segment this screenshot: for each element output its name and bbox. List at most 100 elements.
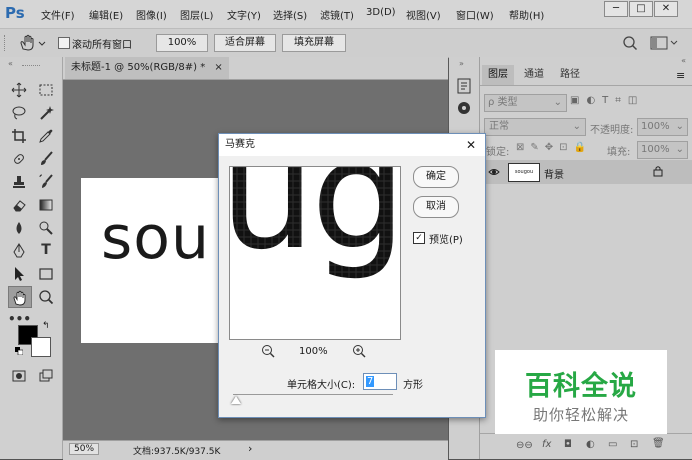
- clone-stamp-tool-icon[interactable]: [8, 171, 30, 191]
- layer-name[interactable]: 背景: [544, 166, 564, 181]
- cell-size-input[interactable]: 7: [363, 373, 397, 390]
- canvas-text: sou: [101, 203, 210, 273]
- fill-field[interactable]: 100% ⌄: [637, 141, 688, 159]
- document-canvas[interactable]: sou: [81, 178, 231, 343]
- minimize-button[interactable]: ─: [604, 1, 628, 17]
- blend-mode-select[interactable]: 正常 ⌄: [484, 118, 586, 136]
- history-brush-tool-icon[interactable]: [35, 171, 57, 191]
- move-tool-icon[interactable]: [8, 79, 30, 99]
- panel-menu-icon[interactable]: ≡: [676, 69, 685, 82]
- blend-mode-value: 正常: [489, 121, 509, 132]
- type-tool-icon[interactable]: T: [35, 240, 57, 260]
- crop-tool-icon[interactable]: [8, 125, 30, 145]
- menu-filter[interactable]: 滤镜(T): [320, 7, 354, 22]
- options-grip: [4, 35, 9, 51]
- hand-tool-icon[interactable]: [8, 286, 32, 308]
- blur-tool-icon[interactable]: [8, 217, 30, 237]
- zoom-in-icon[interactable]: [352, 344, 366, 358]
- fill-label: 填充:: [607, 147, 631, 158]
- ok-button[interactable]: 确定: [413, 166, 459, 188]
- scroll-all-label: 滚动所有窗口: [72, 40, 132, 51]
- menu-view[interactable]: 视图(V): [406, 7, 441, 22]
- menu-3d[interactable]: 3D(D): [366, 7, 396, 18]
- menu-type[interactable]: 文字(Y): [227, 7, 261, 22]
- adjustment-layer-icon[interactable]: ◐: [586, 439, 595, 450]
- fit-screen-button[interactable]: 适合屏幕: [214, 34, 276, 52]
- marquee-tool-icon[interactable]: [35, 79, 57, 99]
- eye-icon[interactable]: [488, 166, 500, 178]
- zoom-tool-icon[interactable]: [35, 286, 57, 306]
- rectangle-tool-icon[interactable]: [35, 263, 57, 283]
- panel-strip-collapse-icon[interactable]: »: [459, 59, 464, 68]
- menu-image[interactable]: 图像(I): [136, 7, 167, 22]
- zoom-level-field[interactable]: 50%: [69, 443, 100, 455]
- quick-mask-icon[interactable]: [8, 365, 30, 385]
- layer-lock-icon: [652, 165, 664, 177]
- opacity-value: 100%: [641, 121, 670, 132]
- quick-select-tool-icon[interactable]: [35, 102, 57, 122]
- layer-filter-icons[interactable]: ▣◐T⌗◫: [570, 95, 686, 109]
- gradient-tool-icon[interactable]: [35, 194, 57, 214]
- dialog-close-button[interactable]: ✕: [466, 134, 476, 156]
- fx-icon[interactable]: fx: [542, 439, 551, 450]
- preview-checkbox[interactable]: ✓: [413, 232, 425, 244]
- cell-size-value: 7: [366, 376, 375, 387]
- brush-tool-icon[interactable]: [35, 148, 57, 168]
- document-tab-title: 未标题-1 @ 50%(RGB/8#) *: [71, 62, 206, 73]
- close-window-button[interactable]: ✕: [654, 1, 678, 17]
- filter-preview[interactable]: ug: [229, 166, 401, 340]
- maximize-button[interactable]: □: [629, 1, 653, 17]
- menu-layer[interactable]: 图层(L): [180, 7, 213, 22]
- path-select-tool-icon[interactable]: [8, 263, 30, 283]
- menu-window[interactable]: 窗口(W): [456, 7, 494, 22]
- dodge-tool-icon[interactable]: [35, 217, 57, 237]
- layers-panel-collapse-icon[interactable]: «: [480, 56, 692, 65]
- lock-icons[interactable]: ⊠✎✥⊡🔒: [516, 142, 592, 153]
- cancel-button[interactable]: 取消: [413, 196, 459, 218]
- cell-size-slider-thumb[interactable]: [231, 396, 241, 404]
- healing-brush-tool-icon[interactable]: [8, 148, 30, 168]
- eraser-tool-icon[interactable]: [8, 194, 30, 214]
- zoom-out-icon[interactable]: [261, 344, 275, 358]
- toolbar-collapse-icon[interactable]: «: [8, 59, 13, 68]
- lasso-tool-icon[interactable]: [8, 102, 30, 122]
- new-group-icon[interactable]: ▭: [608, 439, 617, 450]
- default-colors-icon[interactable]: [15, 347, 24, 356]
- opacity-label: 不透明度:: [590, 125, 634, 136]
- swap-colors-icon[interactable]: ↰: [42, 321, 50, 331]
- cell-size-slider-track[interactable]: [233, 394, 393, 395]
- screen-mode-icon[interactable]: [35, 365, 57, 385]
- search-icon[interactable]: [622, 35, 638, 51]
- history-panel-icon[interactable]: [455, 77, 473, 95]
- link-layers-icon[interactable]: ⊖⊖: [516, 440, 533, 451]
- tab-paths[interactable]: 路径: [554, 65, 586, 85]
- watermark-title: 百科全说: [525, 371, 637, 402]
- zoom-100-button[interactable]: 100%: [156, 34, 208, 52]
- menu-help[interactable]: 帮助(H): [509, 7, 544, 22]
- close-document-icon[interactable]: ×: [214, 62, 222, 73]
- layer-row[interactable]: sougou 背景: [480, 160, 692, 184]
- menu-file[interactable]: 文件(F): [41, 7, 75, 22]
- layer-filter-select[interactable]: ρ 类型 ⌄: [484, 94, 567, 112]
- scroll-all-checkbox[interactable]: [58, 37, 70, 49]
- delete-layer-icon[interactable]: 🗑: [652, 438, 665, 449]
- new-layer-icon[interactable]: ⊡: [630, 439, 638, 450]
- properties-panel-icon[interactable]: [455, 99, 473, 117]
- eyedropper-tool-icon[interactable]: [35, 125, 57, 145]
- lock-label: 锁定:: [486, 147, 510, 158]
- opacity-field[interactable]: 100% ⌄: [637, 118, 688, 136]
- menu-select[interactable]: 选择(S): [273, 7, 307, 22]
- workspace-switcher-icon[interactable]: [650, 35, 680, 51]
- hand-tool-preset-icon[interactable]: [18, 34, 48, 52]
- dialog-title-bar[interactable]: 马赛克 ✕: [219, 134, 485, 156]
- fill-screen-button[interactable]: 填充屏幕: [282, 34, 346, 52]
- menu-edit[interactable]: 编辑(E): [89, 7, 123, 22]
- background-color-swatch[interactable]: [31, 337, 51, 357]
- status-menu-arrow[interactable]: ›: [248, 442, 252, 455]
- document-tab[interactable]: 未标题-1 @ 50%(RGB/8#) * ×: [65, 57, 229, 79]
- tools-panel: « T ••• ↰: [0, 57, 63, 459]
- add-mask-icon[interactable]: ◘: [564, 439, 572, 450]
- tab-layers[interactable]: 图层: [482, 65, 514, 85]
- tab-channels[interactable]: 通道: [518, 65, 550, 85]
- pen-tool-icon[interactable]: [8, 240, 30, 260]
